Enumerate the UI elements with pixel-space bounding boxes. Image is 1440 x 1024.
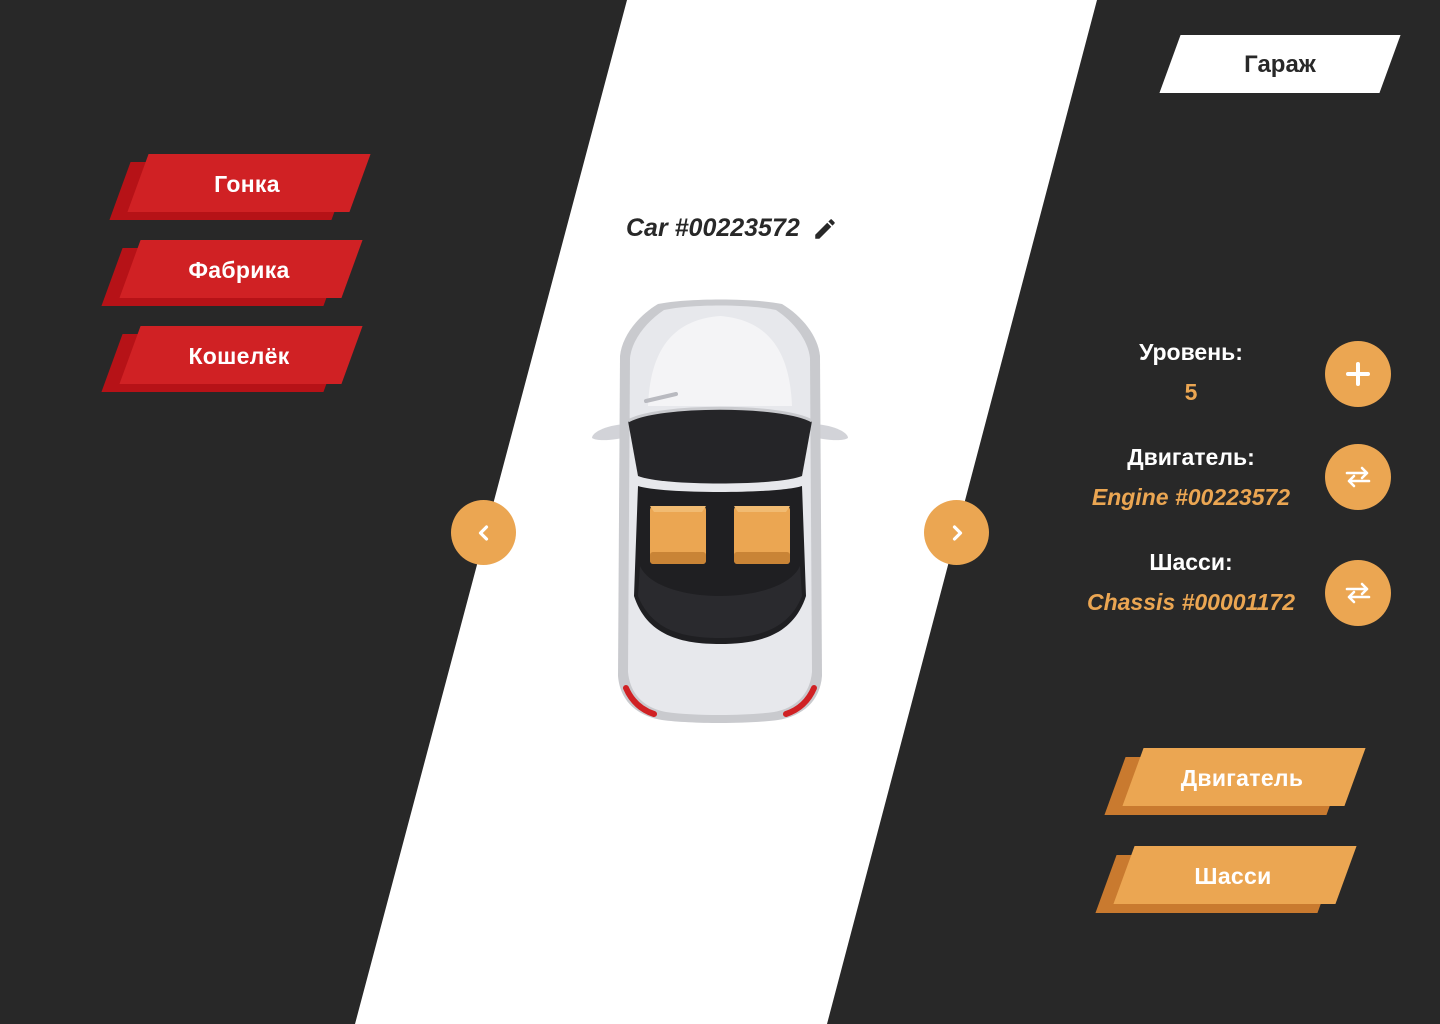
car-title-row: Car #00223572 [626, 214, 838, 243]
menu-button-wallet-label: Кошелёк [188, 343, 290, 369]
menu-button-race[interactable]: Гонка [109, 154, 371, 222]
garage-tab-label: Гараж [1244, 51, 1316, 78]
chevron-left-icon [475, 524, 493, 542]
level-up-button[interactable] [1325, 341, 1391, 407]
garage-tab[interactable]: Гараж [1159, 35, 1401, 93]
engine-value: Engine #00223572 [1091, 484, 1291, 510]
swap-chassis-button[interactable] [1325, 560, 1391, 626]
right-seat [734, 506, 790, 564]
swap-engine-button[interactable] [1325, 444, 1391, 510]
chassis-value: Chassis #00001172 [1086, 589, 1296, 615]
menu-button-factory[interactable]: Фабрика [101, 240, 363, 308]
car-illustration [592, 299, 848, 723]
chassis-action-button[interactable]: Шасси [1095, 846, 1357, 914]
plus-icon [1345, 361, 1371, 387]
left-seat [650, 506, 706, 564]
pencil-icon[interactable] [812, 216, 838, 242]
swap-icon [1344, 466, 1372, 488]
menu-button-wallet[interactable]: Кошелёк [101, 326, 363, 394]
chassis-label: Шасси: [1149, 549, 1233, 575]
chassis-action-button-label: Шасси [1194, 863, 1272, 889]
chevron-right-icon [948, 524, 966, 542]
car-title: Car #00223572 [626, 214, 800, 242]
engine-action-button-label: Двигатель [1180, 765, 1304, 791]
swap-icon [1344, 582, 1372, 604]
next-car-button[interactable] [924, 500, 989, 565]
menu-button-factory-label: Фабрика [188, 257, 290, 283]
engine-label: Двигатель: [1127, 444, 1255, 470]
prev-car-button[interactable] [451, 500, 516, 565]
engine-action-button[interactable]: Двигатель [1104, 748, 1366, 816]
level-value: 5 [1184, 379, 1198, 405]
level-label: Уровень: [1139, 339, 1243, 365]
menu-button-race-label: Гонка [214, 171, 280, 197]
